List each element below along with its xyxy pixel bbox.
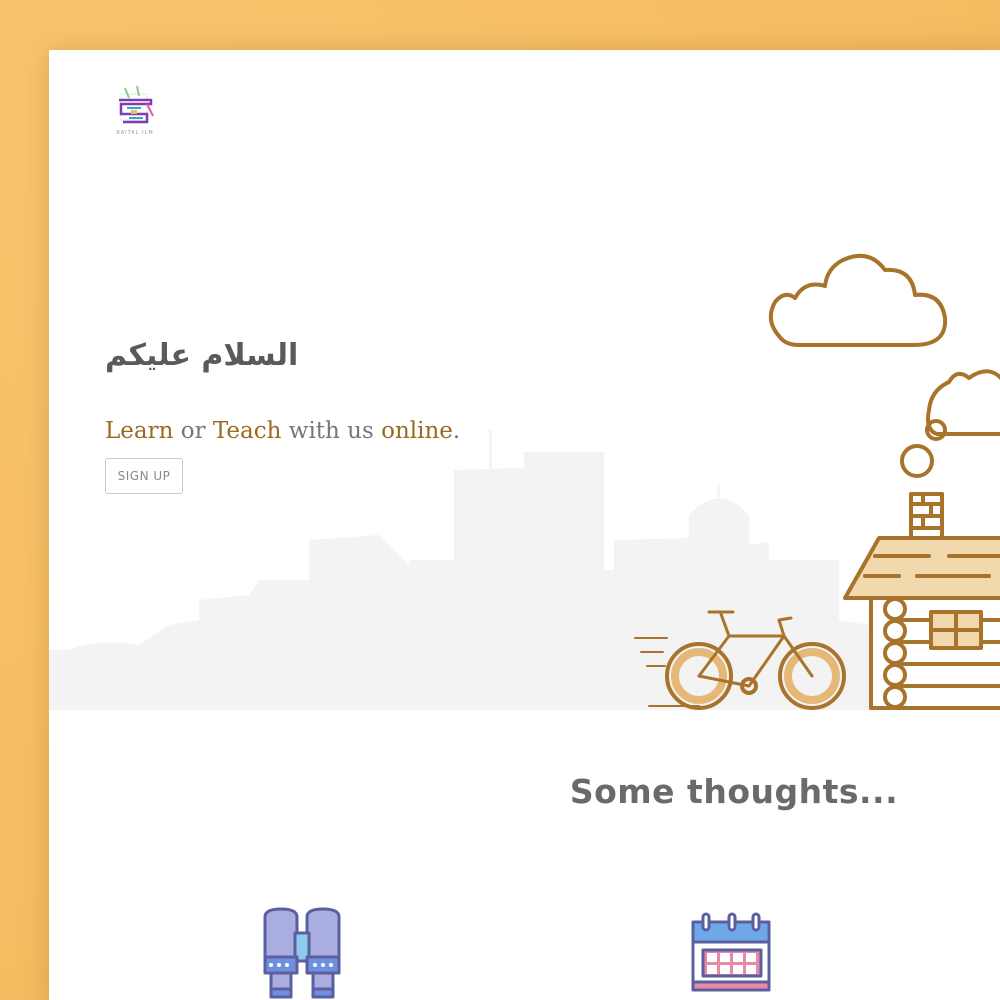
calendar-icon: [691, 912, 771, 992]
tagline-with-us: with us: [281, 418, 382, 444]
svg-text:BAITAL·ILM: BAITAL·ILM: [116, 130, 153, 136]
tagline-online: online: [381, 418, 453, 444]
hero-greeting: السلام عليكم: [105, 338, 299, 373]
tagline-or: or: [173, 418, 213, 444]
tagline-teach: Teach: [212, 418, 282, 444]
logo-icon[interactable]: BAITAL·ILM: [107, 80, 163, 138]
hero-tagline: Learn or Teach with us online.: [105, 418, 460, 444]
thoughts-title: Some thoughts...: [569, 772, 899, 811]
tagline-learn: Learn: [105, 418, 174, 444]
cabin-illustration: [634, 253, 1000, 710]
binoculars-icon: [263, 907, 341, 999]
tagline-period: .: [452, 418, 461, 444]
hero-section: السلام عليكم Learn or Teach with us onli…: [49, 50, 1000, 710]
cloud-icon: [768, 253, 948, 347]
landing-page: السلام عليكم Learn or Teach with us onli…: [49, 50, 1000, 1000]
signup-button[interactable]: SIGN UP: [105, 458, 183, 494]
